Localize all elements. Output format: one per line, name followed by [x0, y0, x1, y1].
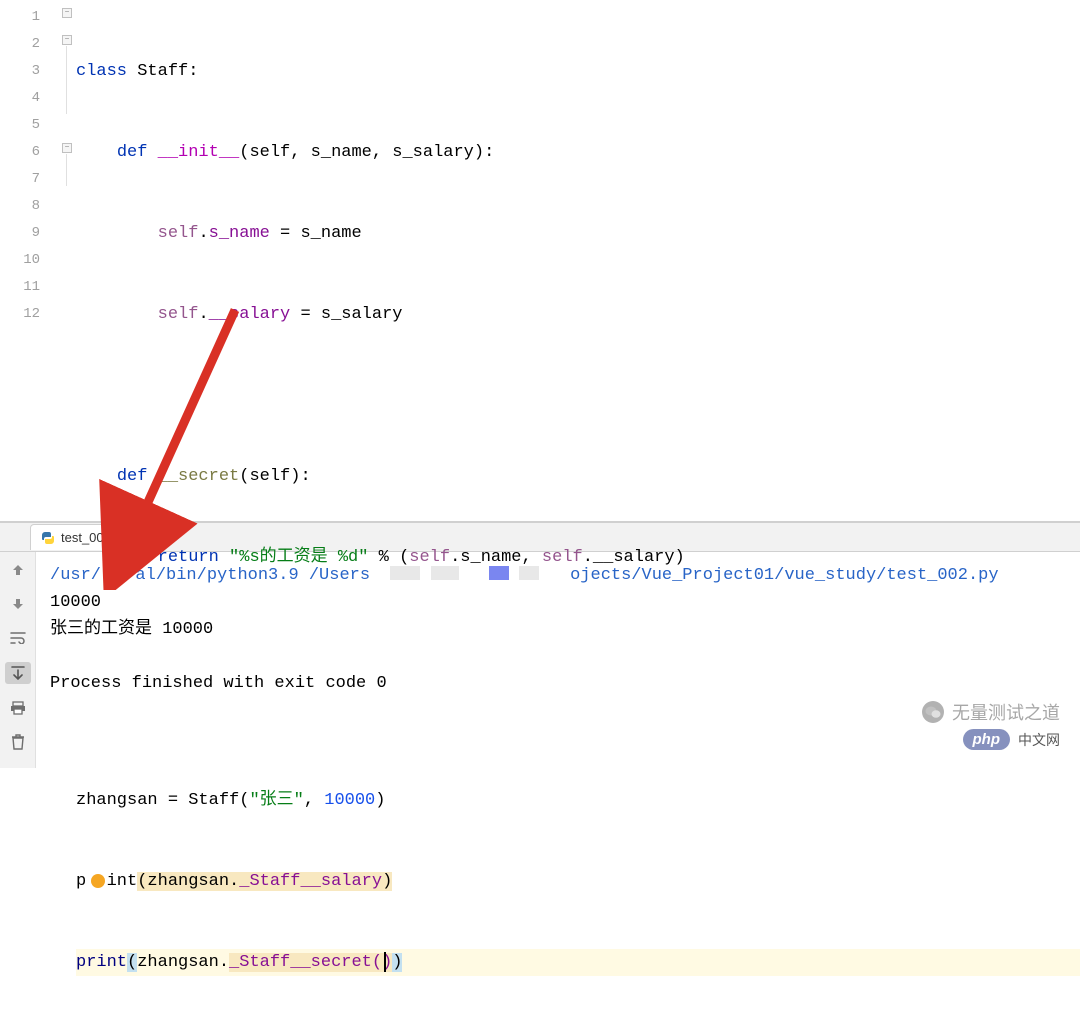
line-number: 8	[0, 193, 60, 220]
python-file-icon	[41, 531, 55, 545]
line-number: 5	[0, 112, 60, 139]
line-number: 7	[0, 166, 60, 193]
code-line[interactable]: def __secret(self):	[76, 463, 1080, 490]
method-name: __secret	[158, 467, 240, 486]
self-ref: self	[542, 548, 583, 567]
attribute: __salary	[209, 305, 291, 324]
code-line[interactable]: class Staff:	[76, 58, 1080, 85]
print-icon[interactable]	[8, 698, 28, 718]
fold-toggle-icon[interactable]: −	[62, 35, 72, 45]
arrow-up-icon[interactable]	[8, 560, 28, 580]
paren-highlight: )	[382, 872, 392, 891]
number-literal: 10000	[324, 791, 375, 810]
builtin-print: print	[76, 953, 127, 972]
class-name: Staff	[137, 62, 188, 81]
line-number: 1	[0, 4, 60, 31]
wechat-icon	[922, 701, 944, 723]
code-line[interactable]: priint(zhangsan._Staff__salary)	[76, 868, 1080, 895]
code-line[interactable]: self.__salary = s_salary	[76, 301, 1080, 328]
mangled-attr: _Staff__salary	[239, 872, 382, 891]
fold-toggle-icon[interactable]: −	[62, 8, 72, 18]
soft-wrap-icon[interactable]	[8, 628, 28, 648]
censored-segment	[431, 566, 459, 580]
watermark-cn: 中文网	[1018, 730, 1060, 750]
line-number: 11	[0, 274, 60, 301]
string-literal: "张三"	[249, 791, 303, 810]
code-line[interactable]: zhangsan = Staff("张三", 10000)	[76, 787, 1080, 814]
mangled-method: _Staff__secret()	[229, 953, 392, 972]
line-number: 10	[0, 247, 60, 274]
fold-gutter: − − −	[60, 0, 76, 521]
code-line[interactable]: return "%s的工资是 %d" % (self.s_name, self.…	[76, 544, 1080, 571]
scroll-to-end-icon[interactable]	[5, 662, 31, 684]
attribute: s_name	[209, 224, 270, 243]
trash-icon[interactable]	[8, 732, 28, 752]
code-line[interactable]	[76, 625, 1080, 652]
watermark: 无量测试之道 php 中文网	[922, 699, 1060, 750]
watermark-text: 无量测试之道	[952, 699, 1060, 725]
keyword-class: class	[76, 62, 127, 81]
censored-segment	[519, 566, 539, 580]
arrow-down-icon[interactable]	[8, 594, 28, 614]
text-cursor	[384, 952, 386, 972]
censored-segment	[390, 566, 420, 580]
intention-bulb-icon[interactable]	[91, 874, 105, 888]
variable: zhangsan = Staff(	[76, 791, 249, 810]
method-name: __init__	[158, 143, 240, 162]
line-number: 6	[0, 139, 60, 166]
code-line[interactable]: self.s_name = s_name	[76, 220, 1080, 247]
code-content[interactable]: class Staff: def __init__(self, s_name, …	[76, 0, 1080, 521]
paren-match: (	[127, 953, 137, 972]
console-toolbar	[0, 552, 36, 768]
line-number-gutter: 1 2 3 4 5 6 7 8 9 10 11 12	[0, 0, 60, 521]
code-line[interactable]: def __init__(self, s_name, s_salary):	[76, 139, 1080, 166]
string-literal: "%s的工资是 %d"	[229, 548, 368, 567]
censored-segment	[489, 566, 509, 580]
code-line-current[interactable]: print(zhangsan._Staff__secret())	[76, 949, 1080, 976]
self-ref: self	[158, 305, 199, 324]
self-ref: self	[158, 224, 199, 243]
keyword-def: def	[117, 467, 148, 486]
keyword-def: def	[117, 143, 148, 162]
code-line[interactable]	[76, 382, 1080, 409]
line-number: 9	[0, 220, 60, 247]
line-number: 4	[0, 85, 60, 112]
paren-match: )	[392, 953, 402, 972]
line-number: 3	[0, 58, 60, 85]
php-badge: php	[963, 729, 1011, 750]
line-number: 12	[0, 301, 60, 328]
paren-highlight: (	[137, 872, 147, 891]
line-number: 2	[0, 31, 60, 58]
code-editor[interactable]: 1 2 3 4 5 6 7 8 9 10 11 12 − − − class S…	[0, 0, 1080, 522]
self-ref: self	[409, 548, 450, 567]
keyword-return: return	[158, 548, 219, 567]
fold-toggle-icon[interactable]: −	[62, 143, 72, 153]
